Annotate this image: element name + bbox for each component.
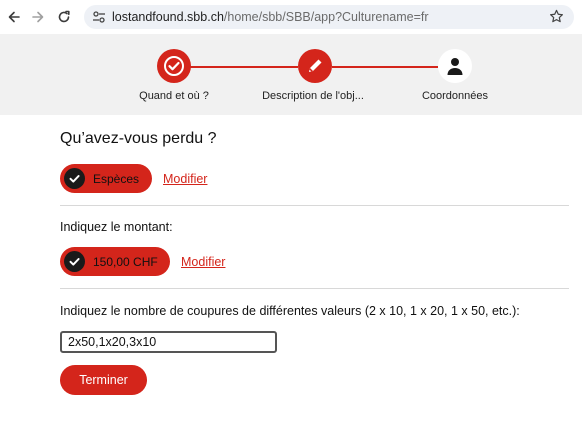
- browser-toolbar: lostandfound.sbb.ch/home/sbb/SBB/app?Cul…: [0, 0, 582, 34]
- check-circle-icon: [164, 56, 184, 76]
- url-host: lostandfound.sbb.ch: [112, 10, 224, 24]
- check-icon: [64, 251, 85, 272]
- step-2-indicator[interactable]: [298, 49, 332, 83]
- back-arrow-icon[interactable]: [3, 6, 25, 28]
- category-selected-chip: Espèces: [60, 164, 152, 193]
- step-1-indicator[interactable]: [157, 49, 191, 83]
- finish-button[interactable]: Terminer: [60, 365, 147, 395]
- check-icon: [64, 168, 85, 189]
- step-connector: [332, 66, 438, 68]
- step-3-label: Coordonnées: [421, 90, 489, 102]
- step-2-label: Description de l'obj...: [262, 90, 364, 102]
- banknotes-input[interactable]: [60, 331, 277, 353]
- bookmark-star-icon[interactable]: [549, 9, 564, 24]
- divider: [60, 205, 569, 206]
- modify-category-link[interactable]: Modifier: [163, 172, 207, 186]
- site-settings-icon[interactable]: [92, 10, 106, 24]
- banknotes-label: Indiquez le nombre de coupures de différ…: [60, 304, 520, 318]
- progress-stepper: Quand et où ? Description de l'obj... Co…: [0, 34, 582, 115]
- page-title: Qu’avez-vous perdu ?: [60, 130, 217, 147]
- amount-label: Indiquez le montant:: [60, 220, 173, 234]
- reload-icon[interactable]: [53, 6, 75, 28]
- url-path: /home/sbb/SBB/app?Culturename=fr: [223, 10, 429, 24]
- divider: [60, 288, 569, 289]
- amount-selected-chip: 150,00 CHF: [60, 247, 170, 276]
- step-3-indicator: [438, 49, 472, 83]
- category-value: Espèces: [93, 171, 140, 186]
- person-icon: [447, 58, 463, 75]
- forward-arrow-icon[interactable]: [27, 6, 49, 28]
- step-connector: [190, 66, 298, 68]
- url-text: lostandfound.sbb.ch/home/sbb/SBB/app?Cul…: [112, 9, 429, 25]
- address-bar[interactable]: lostandfound.sbb.ch/home/sbb/SBB/app?Cul…: [84, 5, 574, 29]
- pencil-icon: [309, 59, 322, 72]
- modify-amount-link[interactable]: Modifier: [181, 255, 225, 269]
- step-1-label: Quand et où ?: [139, 90, 209, 102]
- amount-value: 150,00 CHF: [93, 254, 158, 269]
